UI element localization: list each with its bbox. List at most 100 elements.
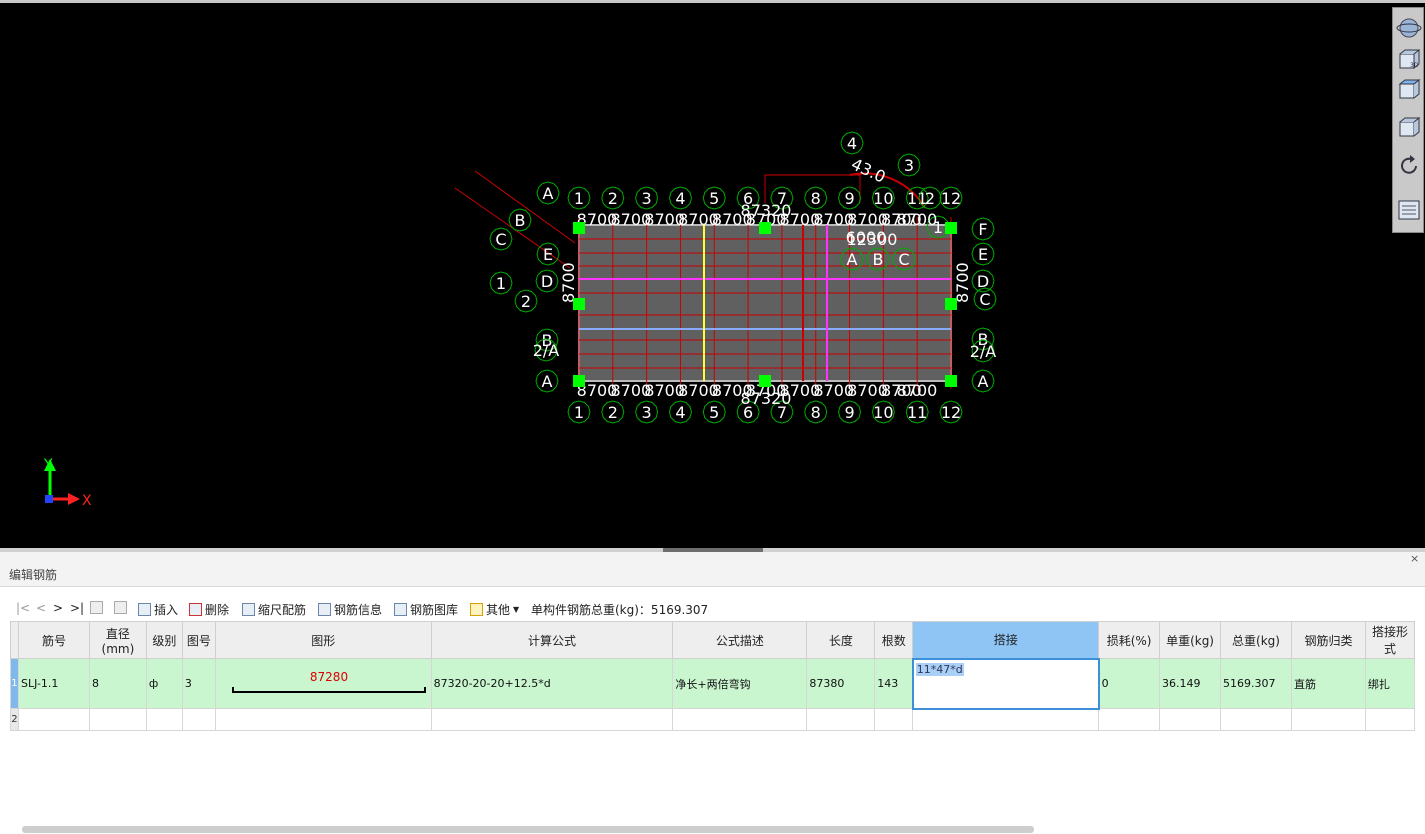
count-cell[interactable]: 143 (874, 658, 914, 709)
row-number[interactable]: 1 (10, 658, 19, 709)
close-icon[interactable]: × (1410, 552, 1419, 565)
grid-label: C (898, 250, 909, 269)
col-header[interactable]: 损耗(%) (1098, 621, 1161, 659)
delete-button[interactable]: 删除 (189, 601, 229, 618)
total-dimension: 87320 (741, 389, 792, 408)
diagonal-line (474, 170, 576, 244)
col-header[interactable]: 直径(mm) (88, 621, 147, 659)
col-header[interactable]: 根数 (874, 621, 914, 659)
grid-label: 3 (642, 189, 652, 208)
grid-label: C (979, 290, 990, 309)
col-header[interactable]: 筋号 (17, 621, 90, 659)
grid-label: A (543, 184, 554, 203)
grid-label: 12 (941, 403, 961, 422)
lap-type-cell[interactable]: 绑扎 (1364, 658, 1416, 709)
lap-value[interactable]: 11*47*d (915, 662, 964, 676)
col-header[interactable]: 搭接形式 (1364, 621, 1416, 659)
row-number[interactable]: 2 (10, 708, 19, 731)
empty-cell[interactable] (1098, 708, 1161, 731)
scale-rebar-button[interactable]: 缩尺配筋 (242, 601, 306, 618)
rebar-info-button[interactable]: 钢筋信息 (318, 601, 382, 618)
next-button[interactable]: > (53, 601, 63, 615)
lap-input[interactable]: 11*47*d (911, 657, 1100, 710)
rebar-library-button[interactable]: 钢筋图库 (394, 601, 458, 618)
grid-label: 8 (811, 189, 821, 208)
insert-button[interactable]: 插入 (138, 601, 178, 618)
length-cell[interactable]: 87380 (806, 658, 876, 709)
empty-cell[interactable] (17, 708, 90, 731)
empty-cell[interactable] (181, 708, 216, 731)
empty-cell[interactable] (145, 708, 183, 731)
category-cell[interactable]: 直筋 (1290, 658, 1366, 709)
shape-cell[interactable]: 87280 (214, 658, 432, 709)
col-header[interactable]: 总重(kg) (1220, 621, 1292, 659)
col-header-selected[interactable]: 搭接 (912, 621, 1100, 659)
grid-label: 4 (675, 189, 685, 208)
move-up-icon[interactable] (90, 601, 103, 614)
cad-drawing[interactable]: 1 2 3 4 5 6 7 8 9 10 11 121 2 3 4 5 6 7 8 9 10 11 12ABCE1 D2B2/… (0, 3, 1425, 548)
empty-cell[interactable] (1364, 708, 1416, 731)
empty-cell[interactable] (1220, 708, 1292, 731)
panel-header: 编辑钢筋 × (0, 552, 1425, 587)
insert-label: 插入 (154, 603, 179, 617)
col-header[interactable]: 计算公式 (430, 621, 674, 659)
unit-weight-cell[interactable]: 36.149 (1159, 658, 1222, 709)
grid-label: 11 (907, 403, 927, 422)
row-number-header (10, 621, 19, 659)
formula-cell[interactable]: 87320-20-20+12.5*d (430, 658, 674, 709)
other-button[interactable]: 其他 ▼ (470, 601, 519, 618)
empty-cell[interactable] (1290, 708, 1366, 731)
globe-icon[interactable] (1396, 16, 1422, 40)
table-row[interactable]: 2 (10, 708, 1416, 731)
grid-label: A (847, 250, 858, 269)
grid-label: C (495, 230, 506, 249)
last-button[interactable]: >| (70, 601, 84, 615)
col-header[interactable]: 公式描述 (672, 621, 808, 659)
empty-cell[interactable] (214, 708, 432, 731)
rebar-toolbar: |< < > >| 插入 删除 缩尺配筋 钢筋信息 钢筋图库 其他 ▼ 单构件钢筋… (10, 598, 1415, 620)
first-button[interactable]: |< (16, 601, 30, 615)
prev-button[interactable]: < (36, 601, 46, 615)
empty-cell[interactable] (430, 708, 674, 731)
description-cell[interactable]: 净长+两倍弯钩 (672, 658, 808, 709)
total-weight-cell[interactable]: 5169.307 (1220, 658, 1292, 709)
dimension-label: 6000 (846, 228, 887, 247)
diameter-cell[interactable]: 8 (88, 658, 147, 709)
grid-label: D (541, 272, 553, 291)
empty-cell[interactable] (874, 708, 914, 731)
loss-cell[interactable]: 0 (1098, 658, 1161, 709)
dimension-label: 8700 (897, 210, 938, 229)
cube-front-icon[interactable] (1396, 116, 1422, 140)
horizontal-scrollbar[interactable] (22, 826, 1034, 833)
empty-cell[interactable] (806, 708, 876, 731)
column-node (759, 222, 771, 234)
col-header[interactable]: 图形 (214, 621, 432, 659)
col-header[interactable]: 级别 (145, 621, 183, 659)
col-header[interactable]: 图号 (181, 621, 216, 659)
grid-label: 8 (811, 403, 821, 422)
axis-x-label: X (82, 493, 92, 509)
cube-top-icon[interactable] (1396, 78, 1422, 102)
scale-label: 缩尺配筋 (258, 603, 307, 617)
bar-id-cell[interactable]: SLJ-1.1 (17, 658, 90, 709)
empty-cell[interactable] (672, 708, 808, 731)
col-header[interactable]: 长度 (806, 621, 876, 659)
cube-3d-icon[interactable]: 3D (1396, 48, 1422, 72)
layers-icon[interactable] (1396, 198, 1422, 222)
empty-cell[interactable] (1159, 708, 1222, 731)
figure-cell[interactable]: 3 (181, 658, 216, 709)
view-toolbar: 3D (1392, 7, 1424, 233)
move-down-icon[interactable] (114, 601, 127, 614)
column-node (759, 375, 771, 387)
grid-label: 2 (521, 292, 531, 311)
library-icon (394, 603, 407, 616)
col-header[interactable]: 单重(kg) (1159, 621, 1222, 659)
grade-cell[interactable]: ф (145, 658, 183, 709)
empty-cell[interactable] (912, 708, 1100, 731)
empty-cell[interactable] (88, 708, 147, 731)
table-row[interactable]: 1 SLJ-1.1 8 ф 3 87280 87320-20-20+12.5*d… (10, 657, 1416, 710)
rotate-icon[interactable] (1396, 154, 1422, 178)
cad-viewport[interactable]: 1 2 3 4 5 6 7 8 9 10 11 12 1 2 3 4 5 6 7 8 9 10 11 12 A B C E 1 D 2 B 2/… (0, 0, 1425, 548)
column-node (573, 298, 585, 310)
col-header[interactable]: 钢筋归类 (1290, 621, 1366, 659)
